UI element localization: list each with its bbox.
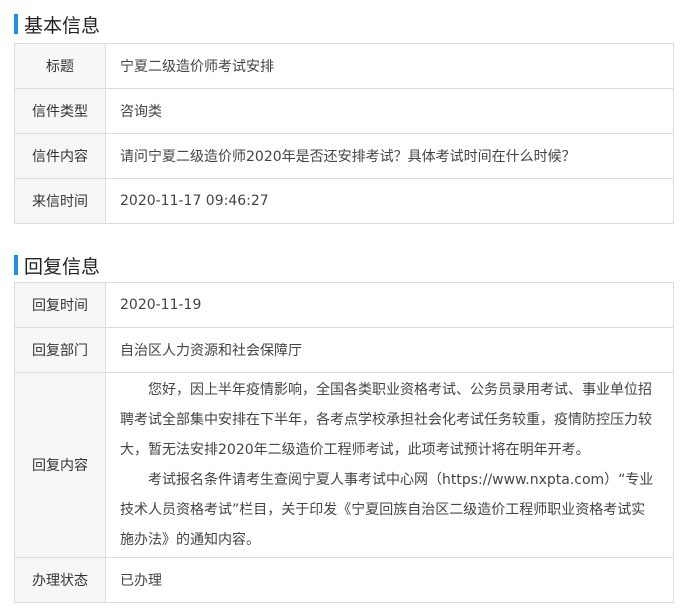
letter-content-label: 信件内容	[14, 133, 106, 179]
basic-info-table: 标题 宁夏二级造价师考试安排 信件类型 咨询类 信件内容 请问宁夏二级造价师20…	[14, 43, 674, 224]
reply-time-label: 回复时间	[14, 282, 106, 328]
status-value: 已办理	[105, 557, 674, 603]
reply-info-table: 回复时间 2020-11-19 回复部门 自治区人力资源和社会保障厅 回复内容 …	[14, 282, 674, 603]
reply-paragraph: 您好，因上半年疫情影响，全国各类职业资格考试、公务员录用考试、事业单位招聘考试全…	[120, 382, 652, 458]
heading-accent-bar	[14, 14, 18, 34]
reply-dept-value: 自治区人力资源和社会保障厅	[105, 327, 674, 373]
status-label: 办理状态	[14, 557, 106, 603]
table-row: 标题 宁夏二级造价师考试安排	[14, 43, 674, 89]
reply-content-label: 回复内容	[14, 372, 106, 558]
reply-info-heading-text: 回复信息	[24, 255, 101, 278]
reply-info-heading: 回复信息	[14, 253, 101, 278]
letter-content-value: 请问宁夏二级造价师2020年是否还安排考试？具体考试时间在什么时候？	[105, 133, 674, 179]
basic-info-heading-text: 基本信息	[24, 14, 101, 37]
reply-content-value: 您好，因上半年疫情影响，全国各类职业资格考试、公务员录用考试、事业单位招聘考试全…	[105, 372, 674, 558]
table-row: 回复时间 2020-11-19	[14, 282, 674, 328]
heading-accent-bar	[14, 255, 18, 275]
table-row: 信件内容 请问宁夏二级造价师2020年是否还安排考试？具体考试时间在什么时候？	[14, 133, 674, 179]
table-row: 回复部门 自治区人力资源和社会保障厅	[14, 327, 674, 373]
reply-time-value: 2020-11-19	[105, 282, 674, 328]
letter-type-label: 信件类型	[14, 88, 106, 134]
table-row: 回复内容 您好，因上半年疫情影响，全国各类职业资格考试、公务员录用考试、事业单位…	[14, 372, 674, 558]
letter-type-value: 咨询类	[105, 88, 674, 134]
table-row: 来信时间 2020-11-17 09:46:27	[14, 178, 674, 224]
reply-paragraph: 考试报名条件请考生查阅宁夏人事考试中心网（https://www.nxpta.c…	[120, 472, 654, 548]
letter-time-value: 2020-11-17 09:46:27	[105, 178, 674, 224]
letter-time-label: 来信时间	[14, 178, 106, 224]
table-row: 办理状态 已办理	[14, 557, 674, 603]
title-label: 标题	[14, 43, 106, 89]
basic-info-heading: 基本信息	[14, 12, 101, 37]
title-value: 宁夏二级造价师考试安排	[105, 43, 674, 89]
table-row: 信件类型 咨询类	[14, 88, 674, 134]
reply-dept-label: 回复部门	[14, 327, 106, 373]
